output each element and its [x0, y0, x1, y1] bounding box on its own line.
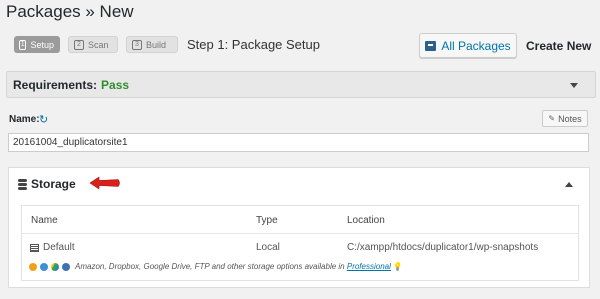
requirements-status: Pass: [101, 77, 130, 92]
requirements-label: Requirements:: [13, 77, 98, 92]
storage-type-cell: Local: [256, 242, 280, 253]
step-build[interactable]: 3 Build: [126, 36, 178, 53]
table-row[interactable]: Default: [30, 242, 75, 253]
column-header-location: Location: [347, 215, 385, 226]
professional-link[interactable]: Professional: [347, 262, 391, 271]
step-number: 2: [74, 39, 84, 50]
step-number: 3: [132, 39, 142, 50]
storage-location-cell: C:/xampp/htdocs/duplicator1/wp-snapshots: [347, 242, 539, 253]
providers-text: Amazon, Dropbox, Google Drive, FTP and o…: [75, 262, 345, 271]
notes-button[interactable]: ✎ Notes: [542, 110, 588, 127]
current-step-label: Step 1: Package Setup: [187, 37, 320, 52]
notes-label: Notes: [558, 113, 582, 124]
storage-header[interactable]: Storage: [18, 177, 76, 191]
dropbox-icon: [40, 262, 48, 271]
step-number: 1: [19, 39, 27, 50]
step-label: Build: [146, 39, 167, 50]
requirements-bar[interactable]: Requirements: Pass: [6, 71, 596, 98]
google-drive-icon: [51, 262, 59, 271]
create-new-link[interactable]: Create New: [526, 39, 591, 53]
amazon-icon: [29, 262, 37, 271]
page-title: Packages » New: [6, 2, 134, 21]
wizard-steps: 1 Setup 2 Scan 3 Build Step 1: Package S…: [14, 36, 320, 53]
table-divider: [22, 233, 578, 234]
refresh-icon[interactable]: ↻: [39, 113, 48, 126]
pencil-icon: ✎: [548, 114, 556, 123]
list-icon: [30, 243, 39, 252]
column-header-type: Type: [256, 215, 278, 226]
all-packages-button[interactable]: All Packages: [419, 33, 517, 58]
chevron-down-icon[interactable]: [570, 83, 578, 88]
storage-name-cell: Default: [43, 242, 75, 253]
storage-providers-note: Amazon, Dropbox, Google Drive, FTP and o…: [29, 262, 403, 271]
all-packages-label: All Packages: [441, 38, 511, 53]
step-label: Scan: [88, 39, 109, 50]
step-setup[interactable]: 1 Setup: [14, 36, 60, 53]
lightbulb-icon: 💡: [392, 262, 403, 271]
step-label: Setup: [30, 39, 54, 50]
chevron-up-icon[interactable]: [565, 182, 573, 187]
column-header-name: Name: [31, 215, 58, 226]
package-name-input[interactable]: [8, 133, 589, 152]
storage-panel: Storage Name Type Location Default Local…: [8, 167, 590, 288]
database-icon: [18, 178, 27, 190]
storage-title: Storage: [31, 177, 76, 191]
storage-table: Name Type Location Default Local C:/xamp…: [21, 205, 579, 281]
step-scan[interactable]: 2 Scan: [68, 36, 118, 53]
package-icon: [425, 40, 437, 51]
ftp-icon: [62, 262, 70, 271]
red-arrow-pointer-icon: [89, 176, 120, 190]
name-label: Name:: [9, 114, 40, 125]
